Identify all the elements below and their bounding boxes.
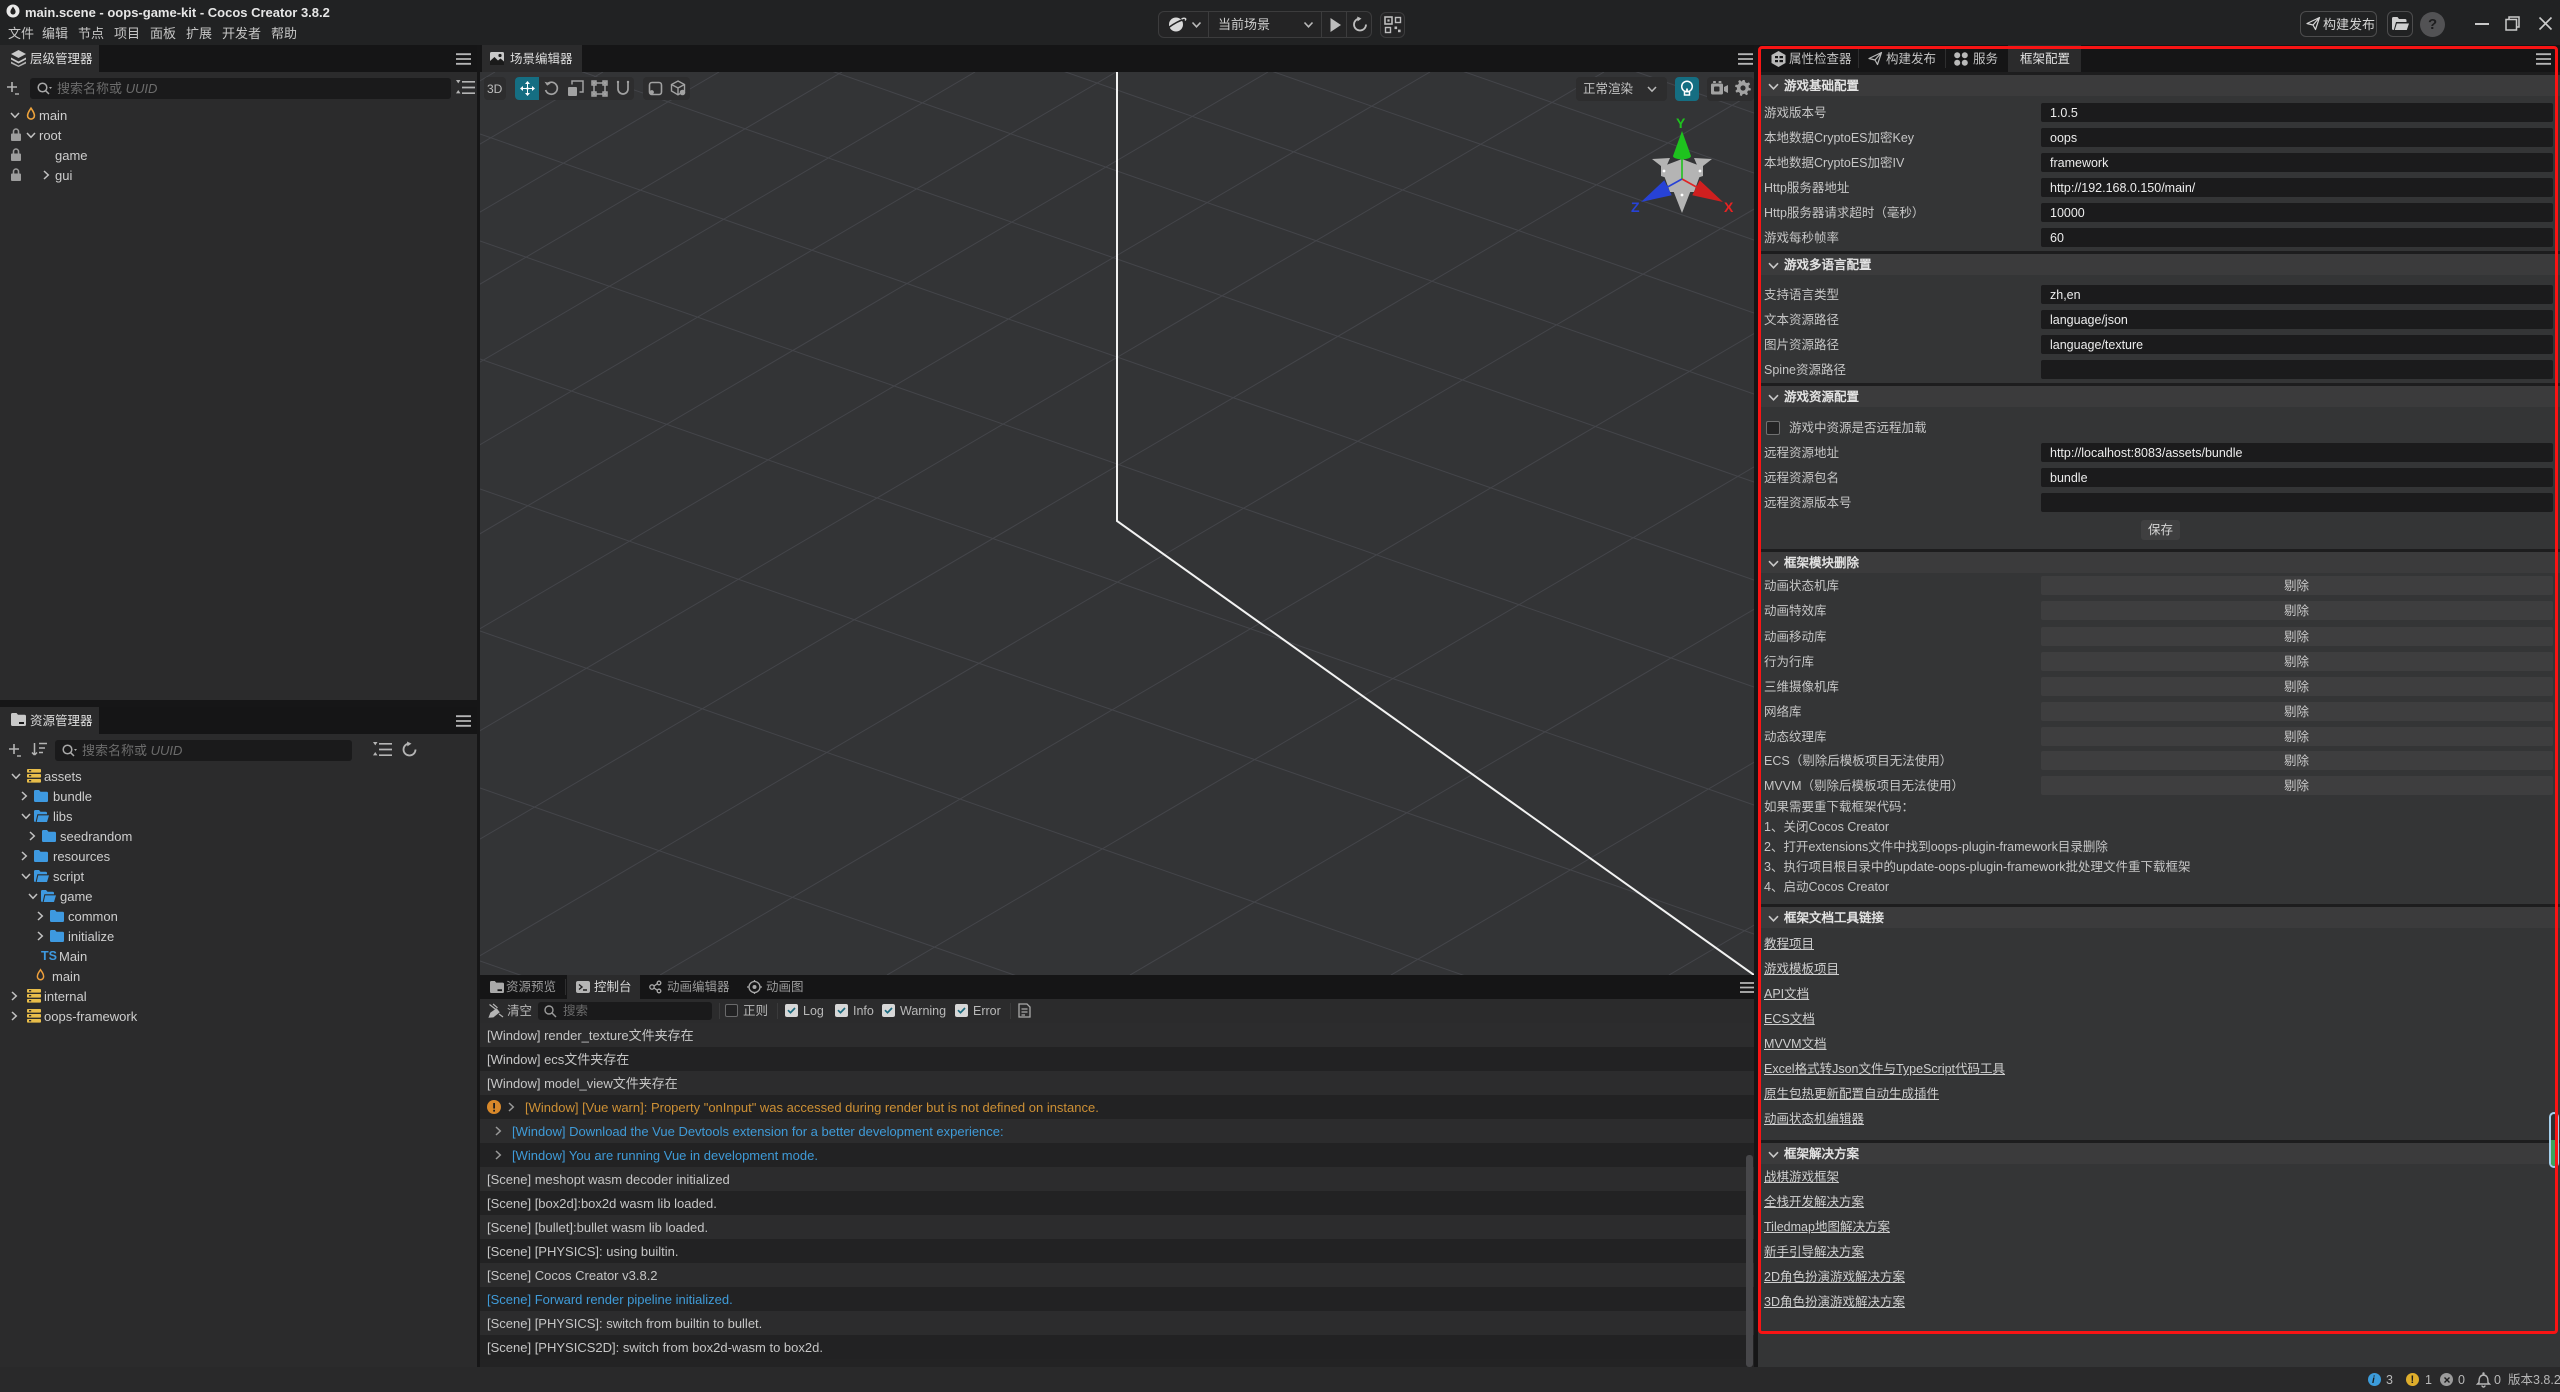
- svg-text:Z: Z: [1631, 199, 1640, 215]
- svg-text:Y: Y: [1676, 115, 1686, 131]
- svg-text:X: X: [1724, 199, 1734, 215]
